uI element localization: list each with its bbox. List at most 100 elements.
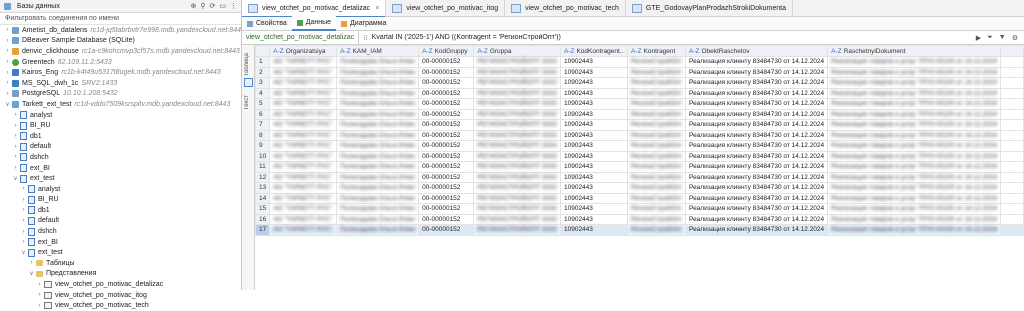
table-cell[interactable]	[999, 56, 1024, 68]
table-cell[interactable]: АО "ТАРКЕТТ РУС"	[269, 192, 338, 204]
table-cell[interactable]: Полисадова Ольга Илмо	[336, 192, 420, 204]
column-header[interactable]: A-Z KAM_IAM	[336, 45, 420, 57]
table-cell[interactable]	[999, 129, 1024, 141]
table-row[interactable]: 1 АО "ТАРКЕТТ РУС" Полисадова Ольга Илмо 00…	[255, 56, 1024, 68]
table-cell[interactable]: 10902443	[559, 119, 629, 131]
table-cell[interactable]: 10902443	[559, 87, 629, 99]
table-cell[interactable]: 00-00000152	[418, 203, 475, 215]
table-cell[interactable]	[999, 77, 1024, 89]
table-cell[interactable]: 00-00000152	[418, 108, 475, 120]
table-cell[interactable]: 00-00000152	[418, 150, 475, 162]
table-cell[interactable]: РЕГИОНСТРОЙОПТ ООО	[473, 119, 561, 131]
table-cell[interactable]	[999, 140, 1024, 152]
folder-tables[interactable]: › Таблицы	[0, 258, 241, 269]
table-cell[interactable]: АО "ТАРКЕТТ РУС"	[269, 66, 338, 78]
table-cell[interactable]: Реализация клиенту 83484730 от 14.12.202…	[685, 203, 829, 215]
table-cell[interactable]: Реализация клиенту 83484730 от 14.12.202…	[685, 77, 829, 89]
table-cell[interactable]: Полисадова Ольга Илмо	[336, 119, 420, 131]
table-cell[interactable]: РЕГИОНСТРОЙОПТ ООО	[473, 129, 561, 141]
table-cell[interactable]: Полисадова Ольга Илмо	[336, 171, 420, 183]
table-cell[interactable]: РегионСтройОпт	[627, 98, 687, 110]
table-cell[interactable]: РЕГИОНСТРОЙОПТ ООО	[473, 140, 561, 152]
filter-expression-input[interactable]: Kvartal IN ('2025-1') AND ((Kontragent =…	[368, 34, 976, 41]
table-cell[interactable]: РЕГИОНСТРОЙОПТ ООО	[473, 77, 561, 89]
connection-5[interactable]: › MS_SQL_dwh_1c SRV2:1433	[0, 78, 241, 89]
table-cell[interactable]: Реализация клиенту 83484730 от 14.12.202…	[685, 140, 829, 152]
table-cell[interactable]: Полисадова Ольга Илмо	[336, 56, 420, 68]
table-cell[interactable]: АО "ТАРКЕТТ РУС"	[269, 203, 338, 215]
table-cell[interactable]: 00-00000152	[418, 213, 475, 225]
table-cell[interactable]: 10902443	[559, 224, 629, 236]
chevron-right-icon[interactable]: ›	[4, 59, 11, 65]
table-cell[interactable]: 00-00000152	[418, 161, 475, 173]
table-row[interactable]: 9 АО "ТАРКЕТТ РУС" Полисадова Ольга Илмо 00…	[255, 140, 1024, 152]
table-cell[interactable]: Реализация клиенту 83484730 от 14.12.202…	[685, 87, 829, 99]
table-cell[interactable]	[999, 213, 1024, 225]
chevron-right-icon[interactable]: ›	[12, 144, 19, 150]
chevron-right-icon[interactable]: ›	[20, 229, 27, 235]
table-row[interactable]: 15 АО "ТАРКЕТТ РУС" Полисадова Ольга Илмо 0…	[255, 203, 1024, 215]
settings-icon[interactable]: ⚙	[1012, 34, 1018, 42]
table-cell[interactable]: 00-00000152	[418, 140, 475, 152]
chevron-down-icon[interactable]: ∨	[20, 249, 27, 256]
table-cell[interactable]	[999, 182, 1024, 194]
table-cell[interactable]: Реализация клиенту 83484730 от 14.12.202…	[685, 98, 829, 110]
ext-test-schema-ext_test[interactable]: ∨ ext_test	[0, 247, 241, 258]
history-icon[interactable]: ⏷	[987, 34, 993, 42]
ext-test-schema-ext_BI[interactable]: › ext_BI	[0, 237, 241, 248]
table-row[interactable]: 10 АО "ТАРКЕТТ РУС" Полисадова Ольга Илмо 0…	[255, 150, 1024, 162]
table-cell[interactable]: РЕГИОНСТРОЙОПТ ООО	[473, 98, 561, 110]
table-cell[interactable]: АО "ТАРКЕТТ РУС"	[269, 98, 338, 110]
table-cell[interactable]: 00-00000152	[418, 224, 475, 236]
chevron-down-icon[interactable]: ∨	[12, 175, 19, 182]
table-cell[interactable]: 10902443	[559, 66, 629, 78]
table-row[interactable]: 3 АО "ТАРКЕТТ РУС" Полисадова Ольга Илмо 00…	[255, 77, 1024, 89]
chevron-right-icon[interactable]: ›	[12, 133, 19, 139]
connection-4[interactable]: › Kairos_Eng rc1b-k4t49u5317t8ugek.mdb.yan…	[0, 67, 241, 78]
table-cell[interactable]: 10902443	[559, 108, 629, 120]
connection-1[interactable]: › DBeaver Sample Database (SQLite)	[0, 36, 241, 47]
table-cell[interactable]: РегионСтройОпт	[627, 87, 687, 99]
table-cell[interactable]: 00-00000152	[418, 87, 475, 99]
table-cell[interactable]: АО "ТАРКЕТТ РУС"	[269, 129, 338, 141]
table-cell[interactable]	[999, 108, 1024, 120]
table-cell[interactable]: Реализация товаров и услуг ТРУ0-00100 от…	[827, 150, 1001, 162]
table-cell[interactable]: АО "ТАРКЕТТ РУС"	[269, 119, 338, 131]
table-cell[interactable]: РЕГИОНСТРОЙОПТ ООО	[473, 213, 561, 225]
connection-7[interactable]: ∨ Tarkett_ext_test rc1d-vddo7509ksrspitv.m…	[0, 99, 241, 110]
table-cell[interactable]: АО "ТАРКЕТТ РУС"	[269, 171, 338, 183]
table-cell[interactable]: Реализация клиенту 83484730 от 14.12.202…	[685, 56, 829, 68]
table-cell[interactable]: 00-00000152	[418, 129, 475, 141]
table-cell[interactable]: РегионСтройОпт	[627, 161, 687, 173]
table-cell[interactable]: Реализация товаров и услуг ТРУ0-00100 от…	[827, 171, 1001, 183]
table-row[interactable]: 7 АО "ТАРКЕТТ РУС" Полисадова Ольга Илмо 00…	[255, 119, 1024, 131]
table-cell[interactable]: Реализация товаров и услуг ТРУ0-00100 от…	[827, 182, 1001, 194]
table-cell[interactable]	[999, 98, 1024, 110]
table-cell[interactable]: РегионСтройОпт	[627, 108, 687, 120]
schema-ext_test[interactable]: ∨ ext_test	[0, 173, 241, 184]
tab-diagram[interactable]: Диаграмма	[336, 17, 391, 30]
table-cell[interactable]: Реализация товаров и услуг ТРУ0-00100 от…	[827, 98, 1001, 110]
tab-properties[interactable]: Свойства	[242, 17, 292, 30]
connection-2[interactable]: › denvic_clickhouse rc1a-c9kohcmvp3cf57s.m…	[0, 46, 241, 57]
table-cell[interactable]	[999, 224, 1024, 236]
table-cell[interactable]: 00-00000152	[418, 98, 475, 110]
table-cell[interactable]: АО "ТАРКЕТТ РУС"	[269, 161, 338, 173]
table-cell[interactable]: Полисадова Ольга Илмо	[336, 213, 420, 225]
folder-views[interactable]: ∨ Представления	[0, 269, 241, 280]
table-cell[interactable]: РЕГИОНСТРОЙОПТ ООО	[473, 203, 561, 215]
table-cell[interactable]: 00-00000152	[418, 171, 475, 183]
chevron-right-icon[interactable]: ›	[20, 218, 27, 224]
ext-test-schema-BI_RU[interactable]: › BI_RU	[0, 195, 241, 206]
editor-tab-3[interactable]: GTE_GodovayPlanProdazhStrokiDokumenta	[626, 0, 793, 16]
chevron-right-icon[interactable]: ›	[4, 70, 11, 76]
column-header[interactable]: A-Z ObektRaschetov	[685, 45, 829, 57]
table-cell[interactable]: РегионСтройОпт	[627, 119, 687, 131]
table-row[interactable]: 5 АО "ТАРКЕТТ РУС" Полисадова Ольга Илмо 00…	[255, 98, 1024, 110]
table-cell[interactable]: Реализация товаров и услуг ТРУ0-00100 от…	[827, 203, 1001, 215]
column-header[interactable]: A-Z RaschetnyiDokument	[827, 45, 1001, 57]
schema-ext_BI[interactable]: › ext_BI	[0, 163, 241, 174]
table-row[interactable]: 11 АО "ТАРКЕТТ РУС" Полисадова Ольга Илмо 0…	[255, 161, 1024, 173]
table-cell[interactable]: РегионСтройОпт	[627, 56, 687, 68]
table-cell[interactable]: 00-00000152	[418, 182, 475, 194]
